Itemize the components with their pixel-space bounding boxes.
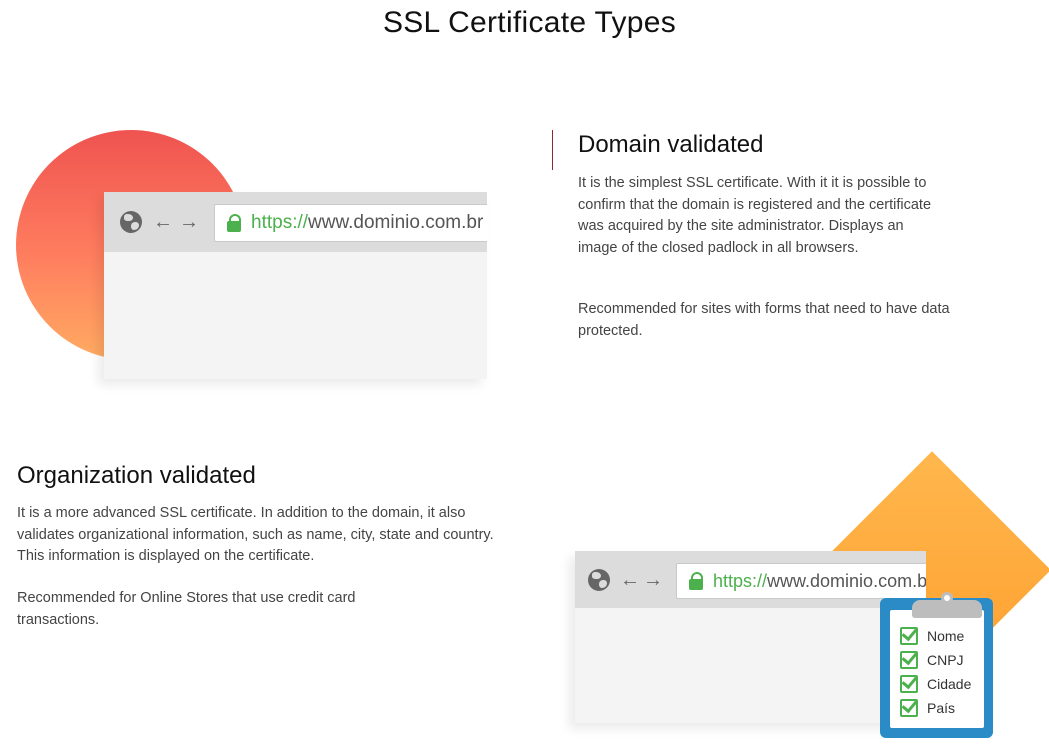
clipboard-paper: Nome CNPJ Cidade País <box>890 592 984 728</box>
url-domain: www.dominio.com.br <box>767 570 926 591</box>
browser-illustration-organization: ← → https://www.dominio.com.br <box>575 551 926 723</box>
browser-toolbar: ← → https://www.dominio.com.br <box>104 192 487 252</box>
checkbox-checked-icon <box>900 651 918 669</box>
clipboard-clip-hole <box>941 592 953 604</box>
section-divider <box>552 130 553 170</box>
checklist-item: Cidade <box>900 674 971 694</box>
checklist-item-label: País <box>927 700 956 716</box>
checkbox-checked-icon <box>900 699 918 717</box>
organization-validated-recommendation: Recommended for Online Stores that use c… <box>17 590 356 628</box>
checklist-item-label: CNPJ <box>927 652 964 668</box>
checkbox-checked-icon <box>900 675 918 693</box>
url-domain: www.dominio.com.br <box>308 212 484 233</box>
url-protocol: https:// <box>251 212 309 233</box>
url-protocol: https:// <box>713 570 768 591</box>
forward-arrow-icon: → <box>643 568 663 591</box>
globe-icon <box>588 569 610 591</box>
padlock-icon <box>689 572 703 590</box>
forward-arrow-icon: → <box>179 210 199 233</box>
browser-illustration-domain: ← → https://www.dominio.com.br <box>104 192 487 379</box>
domain-validated-description: It is the simplest SSL certificate. With… <box>578 175 932 256</box>
checklist-item: País <box>900 698 955 718</box>
checklist-item: Nome <box>900 626 964 646</box>
globe-icon <box>120 211 142 233</box>
organization-validated-heading: Organization validated <box>17 462 256 489</box>
checklist-item-label: Cidade <box>927 676 972 692</box>
checklist-item: CNPJ <box>900 650 964 670</box>
organization-validated-description: It is a more advanced SSL certificate. I… <box>17 505 494 564</box>
back-arrow-icon: ← <box>153 210 173 233</box>
url-text: https://www.dominio.com.br <box>713 571 926 592</box>
back-arrow-icon: ← <box>620 568 640 591</box>
checklist-item-label: Nome <box>927 628 965 644</box>
url-text: https://www.dominio.com.br <box>251 212 483 234</box>
address-bar: https://www.dominio.com.br <box>676 563 926 599</box>
page-title: SSL Certificate Types <box>382 6 677 39</box>
domain-validated-recommendation: Recommended for sites with forms that ne… <box>578 301 950 339</box>
address-bar: https://www.dominio.com.br <box>214 204 487 242</box>
domain-validated-heading: Domain validated <box>578 131 764 158</box>
browser-toolbar: ← → https://www.dominio.com.br <box>575 551 926 608</box>
padlock-icon <box>227 214 241 232</box>
checkbox-checked-icon <box>900 627 918 645</box>
clipboard-icon: Nome CNPJ Cidade País <box>880 592 993 738</box>
